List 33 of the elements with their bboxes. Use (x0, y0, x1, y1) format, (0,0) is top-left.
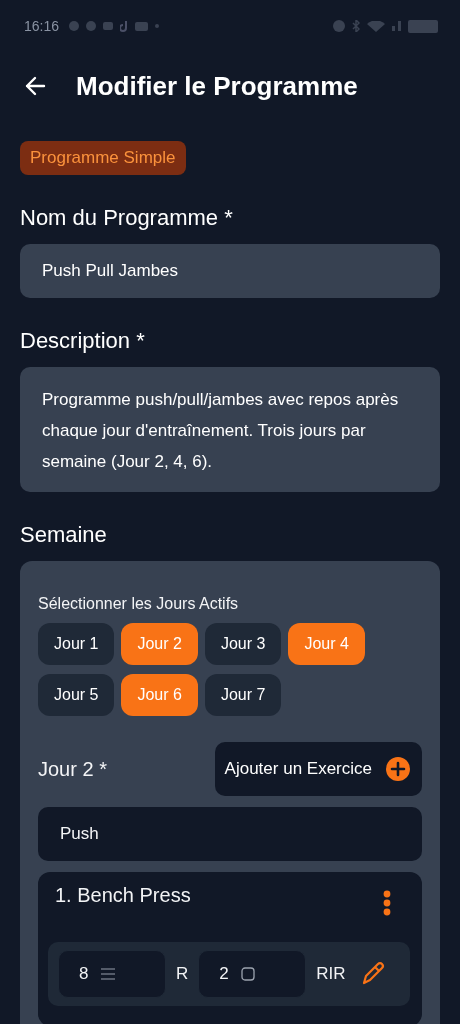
square-icon (240, 967, 255, 981)
program-type-badge: Programme Simple (20, 141, 186, 175)
unit-label: RIR (316, 964, 346, 984)
page-title: Modifier le Programme (76, 70, 358, 102)
bluetooth-icon (352, 20, 360, 32)
more-vertical-icon (383, 890, 391, 916)
back-button[interactable] (24, 76, 46, 96)
more-button[interactable] (383, 890, 391, 916)
battery-icon (408, 19, 438, 33)
days-label: Sélectionner les Jours Actifs (38, 595, 240, 613)
name-field[interactable]: Push Pull Jambes (20, 244, 440, 298)
field-label: Nom du Programme * (20, 205, 234, 231)
day-chip[interactable]: Jour 1 (38, 623, 115, 665)
day-chip[interactable]: Jour 7 (204, 674, 282, 716)
rir-field[interactable]: 2 (198, 950, 307, 998)
add-exercise-button[interactable]: Ajouter un Exercice (214, 742, 422, 796)
status-time: 16:16 (24, 18, 60, 34)
reps-field[interactable]: 8 (58, 950, 166, 998)
day-chip[interactable]: Jour 3 (204, 623, 282, 665)
section-title: Semaine (20, 522, 108, 548)
wifi-icon (367, 20, 385, 32)
description-field[interactable]: Programme push/pull/jambes avec repos après chaque jour d'entraînement. Trois jours par semaine (Jour 2, 4, 6). (20, 367, 440, 492)
day-name-field[interactable]: Push (38, 807, 422, 861)
back-arrow-icon (24, 76, 46, 96)
exercise-title: 1. Bench Press (55, 884, 191, 907)
alarm-icon (333, 20, 345, 32)
day-chip[interactable]: Jour 5 (38, 674, 115, 716)
field-label: Description * (20, 328, 146, 354)
plus-circle-icon (386, 757, 410, 781)
day-title: Jour 2 * (38, 757, 107, 781)
drag-handle-icon (100, 967, 117, 981)
signal-icon (392, 21, 401, 31)
unit-label: R (176, 964, 189, 984)
